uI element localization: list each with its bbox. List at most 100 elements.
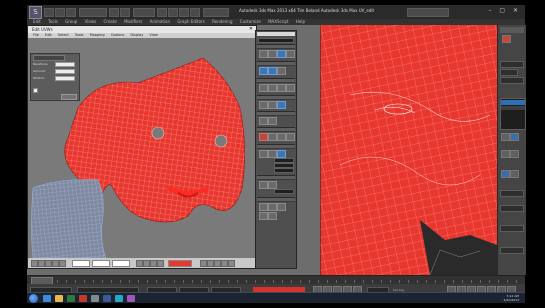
uv-editor-titlebar[interactable]: Edit UVWs ✕ xyxy=(28,26,256,33)
menu-item-edit[interactable]: Edit xyxy=(33,19,41,24)
explode-section[interactable] xyxy=(257,95,295,100)
rotate-field[interactable] xyxy=(274,168,294,173)
uv-menu-select[interactable]: Select xyxy=(58,33,69,37)
uv-rotate-icon[interactable] xyxy=(38,260,45,267)
relax-icon[interactable] xyxy=(268,67,277,75)
rotate-icon[interactable] xyxy=(179,8,189,17)
window-controls[interactable]: – ▢ ✕ xyxy=(488,7,521,14)
detach-icon[interactable] xyxy=(268,101,277,109)
hide-icon[interactable] xyxy=(143,260,150,267)
search-field[interactable] xyxy=(407,8,449,17)
object-name-field[interactable] xyxy=(500,61,524,68)
ie-icon[interactable] xyxy=(43,295,51,302)
zoom-extents-uv-icon[interactable] xyxy=(221,260,228,267)
reshape-elements-section[interactable] xyxy=(257,61,295,66)
tool-icon-b[interactable] xyxy=(268,203,277,211)
group-selected-icon[interactable] xyxy=(259,181,268,189)
peel-section[interactable] xyxy=(257,127,295,132)
new-icon[interactable] xyxy=(44,8,54,17)
system-tray[interactable]: 5:12 AM 4/20/2013 xyxy=(504,294,519,302)
flatten-icon[interactable] xyxy=(277,101,286,109)
menu-item-customize[interactable]: Customize xyxy=(240,19,261,24)
align-horizontal-icon[interactable] xyxy=(259,50,268,58)
align-vertical-icon[interactable] xyxy=(268,50,277,58)
app-icon-c[interactable] xyxy=(103,295,111,302)
3dsmax-taskbar-icon[interactable] xyxy=(115,295,123,302)
tool-icon-d[interactable] xyxy=(259,212,268,220)
unpin-icon[interactable] xyxy=(286,133,295,141)
uv-move-icon[interactable] xyxy=(31,260,38,267)
projection-field[interactable] xyxy=(500,225,524,232)
app-icon-b[interactable] xyxy=(91,295,99,302)
menu-item-views[interactable]: Views xyxy=(85,19,97,24)
arrange-elements-section[interactable] xyxy=(257,144,295,149)
tool-panel-header[interactable] xyxy=(257,32,295,36)
tool-icon-e[interactable] xyxy=(268,212,277,220)
weld-target-icon[interactable] xyxy=(259,117,268,125)
stack-item-unwrap-uvw[interactable] xyxy=(501,100,525,105)
scale-icon[interactable] xyxy=(190,8,200,17)
u-coordinate-field[interactable] xyxy=(72,260,90,267)
stitch-source-icon[interactable] xyxy=(259,84,268,92)
workspace-dropdown[interactable] xyxy=(79,8,107,17)
color-swatch[interactable] xyxy=(500,77,524,84)
timeline-ticks[interactable] xyxy=(57,280,517,283)
flip-icon[interactable] xyxy=(286,50,295,58)
command-panel-tabs[interactable] xyxy=(500,27,524,33)
pack-icon[interactable] xyxy=(268,150,277,158)
menu-item-animation[interactable]: Animation xyxy=(150,19,170,24)
zoom-uv-icon[interactable] xyxy=(207,260,214,267)
uv-menu-file[interactable]: File xyxy=(33,33,39,37)
start-button[interactable] xyxy=(29,294,38,303)
move-icon[interactable] xyxy=(168,8,178,17)
tool-icon-c[interactable] xyxy=(277,203,286,211)
wrap-field[interactable] xyxy=(500,247,524,254)
uv-mirror-icon[interactable] xyxy=(59,260,66,267)
relax-tool-dropdown[interactable] xyxy=(33,55,65,61)
uv-menu-view[interactable]: View xyxy=(149,33,157,37)
edge-mode-icon[interactable] xyxy=(510,150,519,158)
uv-menu-display[interactable]: Display xyxy=(130,33,143,37)
menu-item-modifiers[interactable]: Modifiers xyxy=(124,19,142,24)
uv-menu-edit[interactable]: Edit xyxy=(45,33,52,37)
explorer-icon[interactable] xyxy=(55,295,63,302)
show-end-result-icon[interactable] xyxy=(510,133,519,141)
keep-boundary-checkbox[interactable] xyxy=(33,88,38,93)
perspective-viewport[interactable] xyxy=(320,25,497,275)
uv-canvas[interactable]: Iterations: Amount: Stretch: xyxy=(28,38,256,258)
peel-field[interactable] xyxy=(500,190,524,197)
stitch-target-icon[interactable] xyxy=(277,84,286,92)
select-icon[interactable] xyxy=(157,8,167,17)
open-icon[interactable] xyxy=(55,8,65,17)
stitch-average-icon[interactable] xyxy=(268,84,277,92)
tool-icon-a[interactable] xyxy=(259,203,268,211)
uv-menu-tools[interactable]: Tools xyxy=(75,33,84,37)
media-icon[interactable] xyxy=(67,295,75,302)
relax-settings-icon[interactable] xyxy=(277,67,286,75)
break-icon[interactable] xyxy=(259,101,268,109)
pan-uv-icon[interactable] xyxy=(200,260,207,267)
menu-item-tools[interactable]: Tools xyxy=(48,19,58,24)
pin-stack-icon[interactable] xyxy=(501,133,510,141)
uv-scale-icon[interactable] xyxy=(45,260,52,267)
reference-dropdown[interactable] xyxy=(203,8,229,17)
app-icon-a[interactable] xyxy=(79,295,87,302)
all-ids-dropdown[interactable] xyxy=(168,260,192,267)
redo-icon[interactable] xyxy=(120,8,130,17)
element-mode-icon[interactable] xyxy=(510,170,519,178)
menu-item-create[interactable]: Create xyxy=(104,19,117,24)
v-coordinate-field[interactable] xyxy=(92,260,110,267)
tool-panel-dropdown[interactable] xyxy=(258,38,294,43)
grid-snap-icon[interactable] xyxy=(228,260,235,267)
uv-menu-mapping[interactable]: Mapping xyxy=(90,33,105,37)
menu-item-help[interactable]: Help xyxy=(296,19,305,24)
align-straighten-icon[interactable] xyxy=(277,50,286,58)
amount-input[interactable] xyxy=(55,69,75,74)
weld-selected-icon[interactable] xyxy=(268,117,277,125)
straighten-icon[interactable] xyxy=(259,67,268,75)
menu-item-rendering[interactable]: Rendering xyxy=(212,19,232,24)
stack-item-editable-poly[interactable] xyxy=(501,106,525,110)
weld-section[interactable] xyxy=(257,111,295,116)
rescale-icon[interactable] xyxy=(259,150,268,158)
modifier-list-dropdown[interactable] xyxy=(500,69,518,76)
